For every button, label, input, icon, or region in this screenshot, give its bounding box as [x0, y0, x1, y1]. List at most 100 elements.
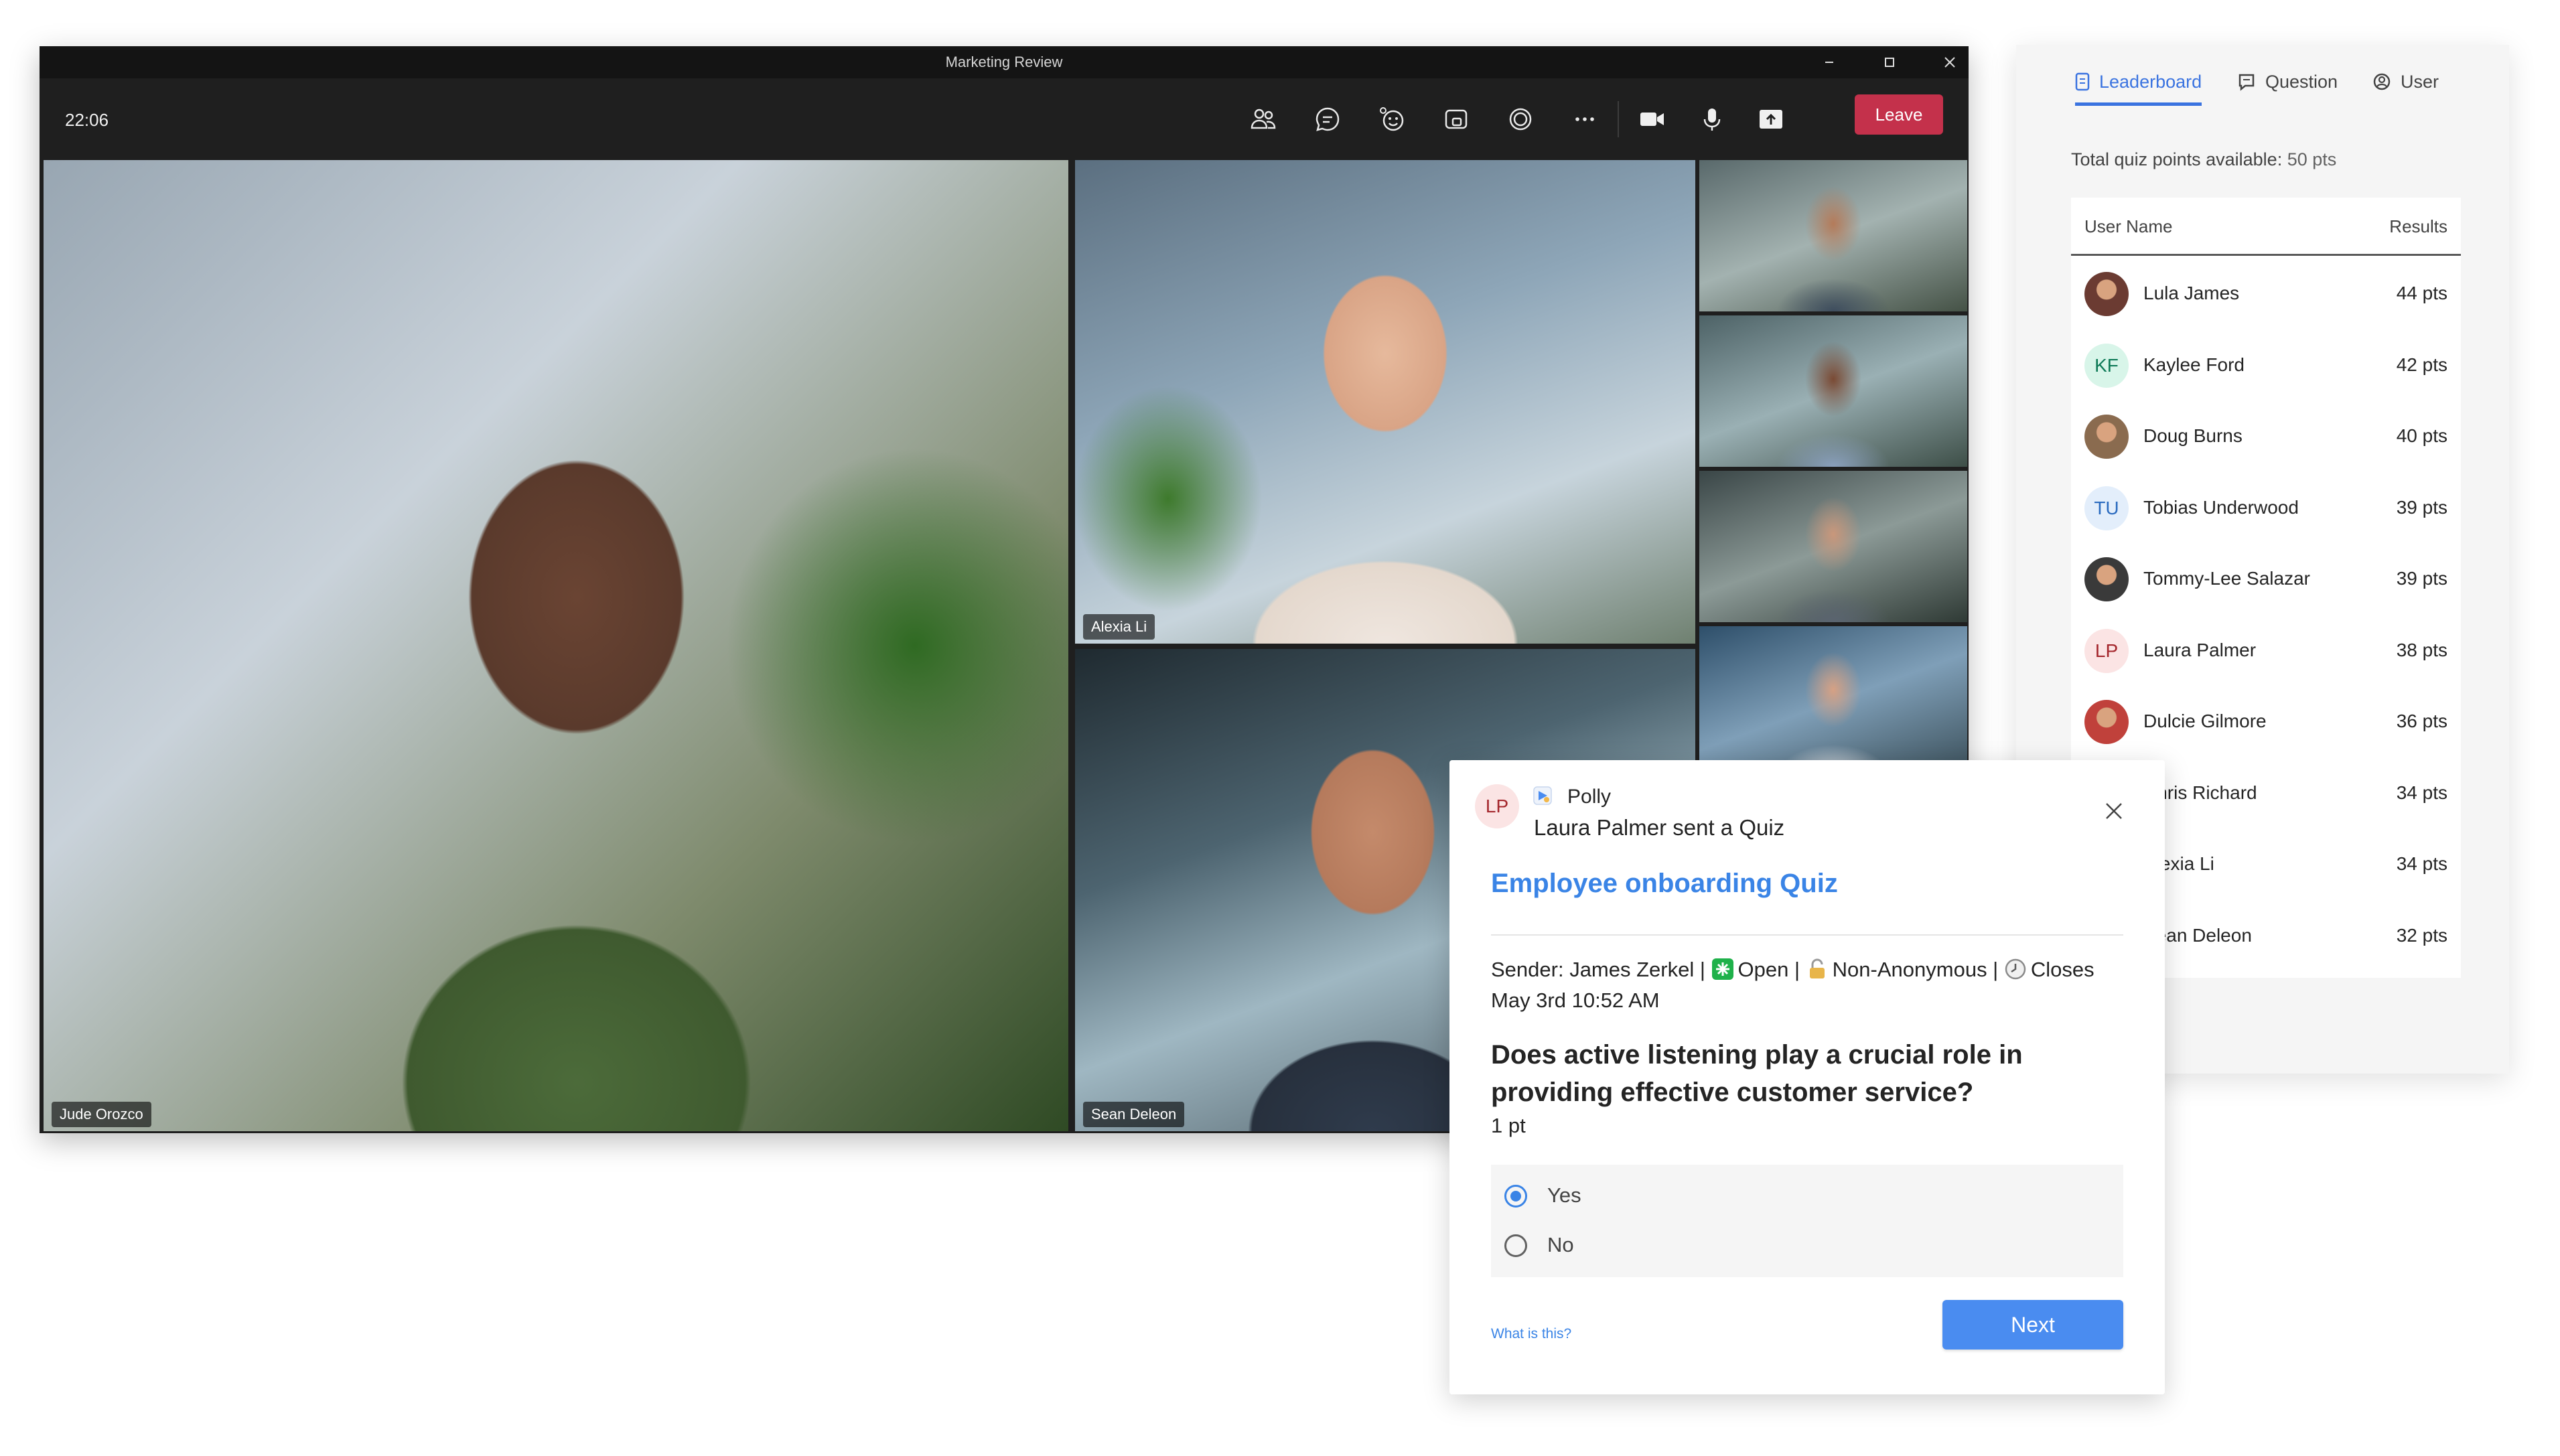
- question-points: 1 pt: [1491, 1114, 1526, 1137]
- avatar: LP: [2084, 628, 2129, 673]
- table-row[interactable]: Lula James 44 pts: [2071, 256, 2461, 327]
- user-name: Tommy-Lee Salazar: [2143, 568, 2310, 589]
- question-icon: [2238, 74, 2255, 91]
- table-row[interactable]: LP Laura Palmer 38 pts: [2071, 613, 2461, 684]
- anonymity-status: Non-Anonymous |: [1832, 958, 1999, 981]
- meeting-timer: 22:06: [65, 110, 109, 130]
- user-name: Doug Burns: [2143, 425, 2243, 446]
- title-bar: Marketing Review: [40, 46, 1969, 78]
- total-points-value: 50 pts: [2287, 149, 2337, 169]
- option-label: No: [1547, 1233, 1574, 1256]
- table-row[interactable]: KF Kaylee Ford 42 pts: [2071, 327, 2461, 399]
- sender-label: Sender: James Zerkel |: [1491, 958, 1705, 981]
- tab-question[interactable]: Question: [2237, 69, 2338, 102]
- minimize-icon[interactable]: [1816, 52, 1843, 73]
- camera-icon[interactable]: [1636, 104, 1667, 135]
- user-points: 38 pts: [2396, 639, 2447, 660]
- total-points: Total quiz points available: 50 pts: [2071, 149, 2336, 170]
- column-user-name: User Name: [2084, 216, 2173, 236]
- video-tile-main[interactable]: Jude Orozco: [44, 160, 1068, 1131]
- avatar: TU: [2084, 486, 2129, 530]
- close-icon[interactable]: [2101, 798, 2127, 824]
- tab-label: Question: [2265, 72, 2338, 92]
- lock-icon: [1806, 958, 1829, 980]
- open-status-icon: [1711, 958, 1734, 980]
- user-points: 34 pts: [2396, 853, 2447, 874]
- participant-name: Jude Orozco: [52, 1102, 151, 1127]
- quiz-meta: Sender: James Zerkel | Open | Non-Anonym…: [1491, 954, 2127, 1016]
- table-row[interactable]: Dulcie Gilmore 36 pts: [2071, 684, 2461, 755]
- video-tile-small-3[interactable]: [1699, 471, 1967, 622]
- sender-avatar: LP: [1475, 784, 1519, 828]
- option-label: Yes: [1547, 1183, 1581, 1207]
- people-icon[interactable]: [1248, 104, 1279, 135]
- leave-button[interactable]: Leave: [1855, 94, 1943, 135]
- tab-user[interactable]: User: [2372, 69, 2439, 102]
- user-points: 32 pts: [2396, 924, 2447, 946]
- user-points: 39 pts: [2396, 496, 2447, 518]
- polly-app-icon: [1533, 786, 1553, 806]
- total-points-label: Total quiz points available:: [2071, 149, 2283, 169]
- app-name: Polly: [1567, 786, 1612, 808]
- avatar: [2084, 700, 2129, 744]
- window-title: Marketing Review: [945, 54, 1063, 70]
- next-button[interactable]: Next: [1942, 1300, 2123, 1350]
- participant-name: Alexia Li: [1083, 614, 1155, 640]
- table-row[interactable]: Doug Burns 40 pts: [2071, 398, 2461, 470]
- participant-video: [1075, 160, 1695, 644]
- user-points: 40 pts: [2396, 425, 2447, 446]
- user-name: Laura Palmer: [2143, 639, 2257, 660]
- quiz-card: LP Polly Laura Palmer sent a Quiz Employ…: [1449, 760, 2165, 1394]
- close-window-icon[interactable]: [1936, 52, 1963, 73]
- table-row[interactable]: TU Tobias Underwood 39 pts: [2071, 470, 2461, 542]
- radio-selected-icon[interactable]: [1504, 1185, 1527, 1208]
- mic-icon[interactable]: [1697, 104, 1727, 135]
- share-icon[interactable]: [1756, 104, 1786, 135]
- user-points: 36 pts: [2396, 711, 2447, 731]
- column-results: Results: [2389, 216, 2447, 236]
- apps-icon[interactable]: [1505, 104, 1536, 135]
- tab-label: Leaderboard: [2099, 72, 2202, 92]
- meeting-toolbar: 22:06 Leave: [40, 78, 1969, 160]
- user-name: Kaylee Ford: [2143, 354, 2245, 375]
- video-tile-2[interactable]: Alexia Li: [1075, 160, 1695, 644]
- participant-video: [1699, 160, 1967, 311]
- participant-video: [1699, 471, 1967, 622]
- user-name: Dulcie Gilmore: [2143, 711, 2267, 731]
- help-link[interactable]: What is this?: [1491, 1326, 1571, 1342]
- option-yes[interactable]: Yes: [1504, 1183, 1581, 1208]
- video-tile-small-1[interactable]: [1699, 160, 1967, 311]
- leaderboard-icon: [2075, 72, 2090, 91]
- user-points: 39 pts: [2396, 568, 2447, 589]
- tab-label: User: [2401, 72, 2439, 92]
- react-icon[interactable]: [1376, 104, 1407, 135]
- participant-video: [1699, 626, 1967, 778]
- participant-video: [1699, 315, 1967, 467]
- tab-leaderboard[interactable]: Leaderboard: [2075, 69, 2202, 106]
- avatar: [2084, 415, 2129, 459]
- video-tile-small-4[interactable]: [1699, 626, 1967, 778]
- avatar: [2084, 272, 2129, 316]
- maximize-icon[interactable]: [1876, 52, 1903, 73]
- user-points: 42 pts: [2396, 354, 2447, 375]
- option-no[interactable]: No: [1504, 1233, 1574, 1257]
- participant-name: Sean Deleon: [1083, 1102, 1185, 1127]
- chat-icon[interactable]: [1312, 104, 1343, 135]
- open-status: Open |: [1737, 958, 1800, 981]
- divider: [1491, 934, 2123, 936]
- video-tile-small-2[interactable]: [1699, 315, 1967, 467]
- more-icon[interactable]: [1569, 104, 1600, 135]
- rooms-icon[interactable]: [1441, 104, 1472, 135]
- user-points: 44 pts: [2396, 283, 2447, 303]
- user-points: 34 pts: [2396, 782, 2447, 803]
- table-header: User Name Results: [2071, 198, 2461, 256]
- user-name: Tobias Underwood: [2143, 496, 2299, 518]
- quiz-subtitle: Laura Palmer sent a Quiz: [1534, 815, 1785, 840]
- user-name: Lula James: [2143, 283, 2240, 303]
- table-row[interactable]: Tommy-Lee Salazar 39 pts: [2071, 541, 2461, 613]
- radio-unselected-icon[interactable]: [1504, 1234, 1527, 1257]
- quiz-title[interactable]: Employee onboarding Quiz: [1491, 869, 1838, 899]
- user-icon: [2373, 73, 2391, 90]
- answer-options: Yes No: [1491, 1165, 2123, 1277]
- toolbar-divider: [1618, 101, 1619, 137]
